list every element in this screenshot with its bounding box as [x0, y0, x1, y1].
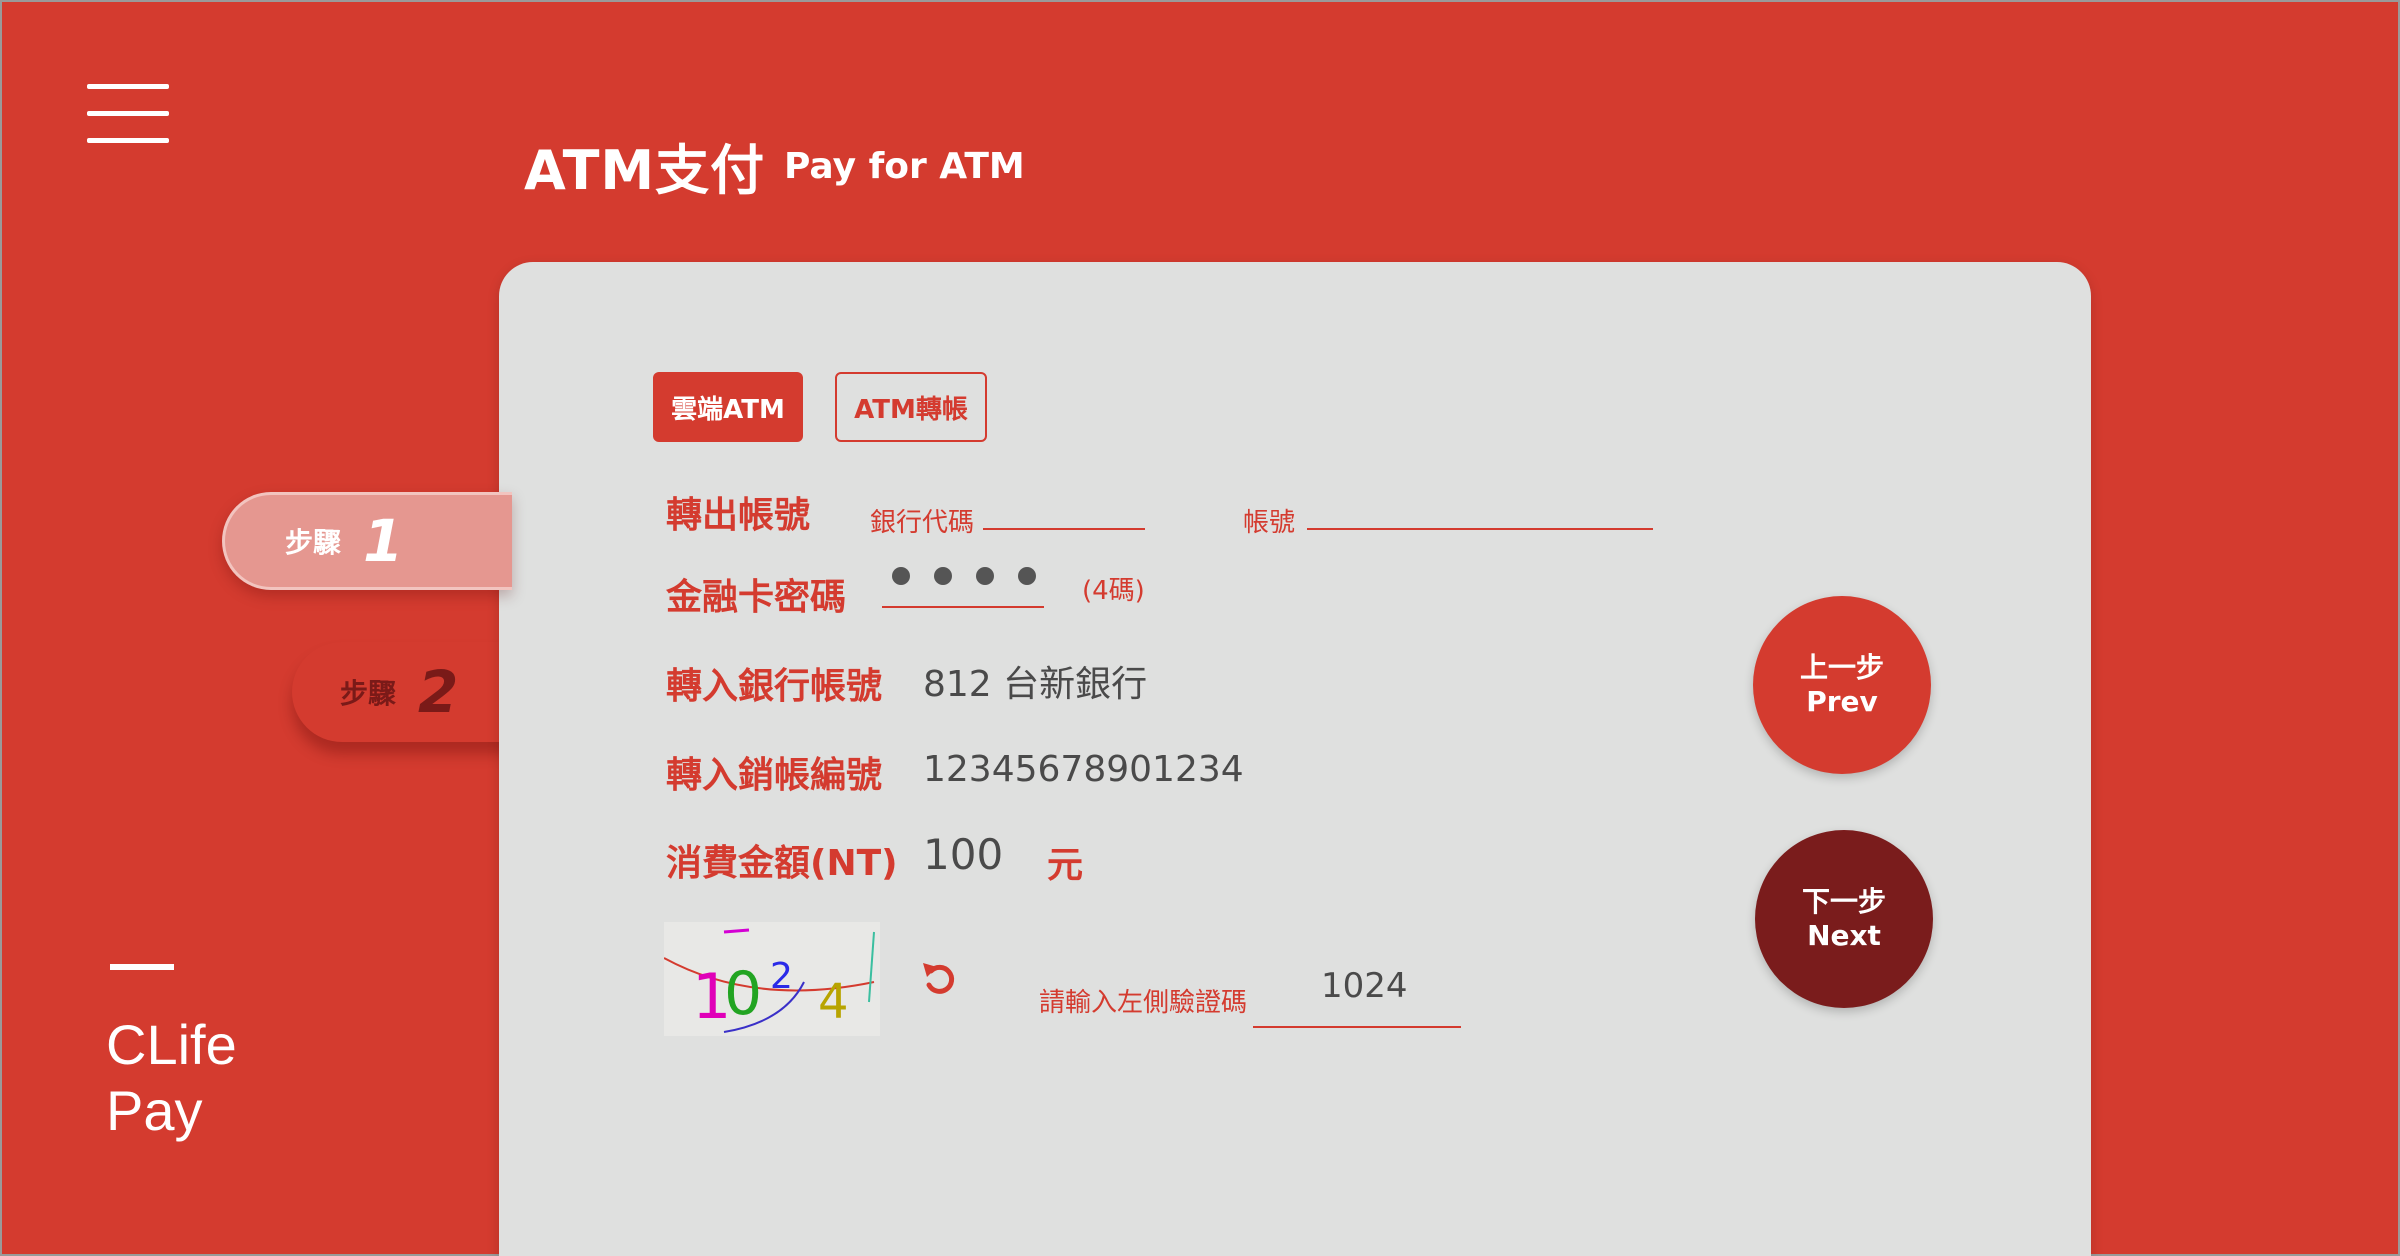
page-title: ATM支付 — [524, 139, 766, 202]
step-label: 步驟 — [340, 677, 397, 710]
pin-dot — [892, 567, 910, 585]
tab-cloud-atm[interactable]: 雲端ATM — [653, 372, 803, 442]
account-no-label: 帳號 — [1243, 508, 1296, 538]
in-account-value: 12345678901234 — [923, 749, 1244, 790]
in-bank-value: 812 台新銀行 — [923, 664, 1148, 705]
tab-atm-transfer[interactable]: ATM轉帳 — [835, 372, 987, 442]
payment-card: 雲端ATM ATM轉帳 轉出帳號 銀行代碼 帳號 金融卡密碼 (4碼) 轉入銀行… — [499, 262, 2091, 1256]
next-button-zh: 下一步 — [1801, 885, 1886, 918]
account-no-input[interactable] — [1307, 491, 1653, 526]
next-button[interactable]: 下一步 Next — [1755, 830, 1933, 1008]
brand-divider — [110, 964, 174, 970]
step-number: 2 — [418, 658, 459, 726]
refresh-captcha-icon[interactable] — [919, 957, 961, 999]
account-no-field[interactable] — [1307, 491, 1653, 530]
bank-code-field[interactable] — [983, 491, 1145, 530]
pin-hint: (4碼) — [1082, 576, 1145, 606]
pin-dot — [1018, 567, 1036, 585]
svg-text:2: 2 — [770, 956, 793, 997]
pin-field[interactable] — [882, 606, 1044, 608]
step-tab-2[interactable]: 步驟 2 — [292, 642, 512, 742]
captcha-image: 1 0 2 4 — [664, 922, 880, 1036]
bank-code-label: 銀行代碼 — [870, 508, 975, 538]
hamburger-menu-icon[interactable] — [87, 84, 169, 144]
amount-value: 100 — [923, 830, 1004, 879]
captcha-input[interactable] — [1253, 1026, 1461, 1028]
pin-masked-value — [892, 567, 1036, 585]
next-button-en: Next — [1807, 919, 1881, 952]
menu-line — [87, 138, 169, 143]
step-tab-1[interactable]: 步驟 1 — [222, 492, 512, 590]
bank-code-input[interactable] — [983, 491, 1145, 526]
prev-button[interactable]: 上一步 Prev — [1753, 596, 1931, 774]
captcha-input-value: 1024 — [1321, 966, 1408, 1006]
page-subtitle: Pay for ATM — [784, 146, 1025, 187]
captcha-input-label: 請輸入左側驗證碼 — [1039, 988, 1248, 1018]
step-label: 步驟 — [285, 526, 342, 559]
prev-button-en: Prev — [1806, 685, 1878, 718]
pin-dot — [976, 567, 994, 585]
menu-line — [87, 84, 169, 89]
pin-dot — [934, 567, 952, 585]
captcha-graphic: 1 0 2 4 — [664, 928, 875, 1033]
amount-label: 消費金額(NT) — [666, 843, 898, 884]
menu-line — [87, 111, 169, 116]
brand-name: CLife Pay — [106, 1013, 237, 1142]
out-account-label: 轉出帳號 — [666, 495, 811, 536]
svg-text:0: 0 — [724, 959, 762, 1029]
prev-button-zh: 上一步 — [1799, 651, 1884, 684]
in-account-label: 轉入銷帳編號 — [666, 755, 883, 796]
svg-text:4: 4 — [818, 974, 849, 1030]
in-bank-label: 轉入銀行帳號 — [666, 666, 883, 707]
pin-label: 金融卡密碼 — [666, 577, 847, 618]
step-number: 1 — [363, 507, 404, 575]
amount-unit: 元 — [1047, 845, 1084, 886]
